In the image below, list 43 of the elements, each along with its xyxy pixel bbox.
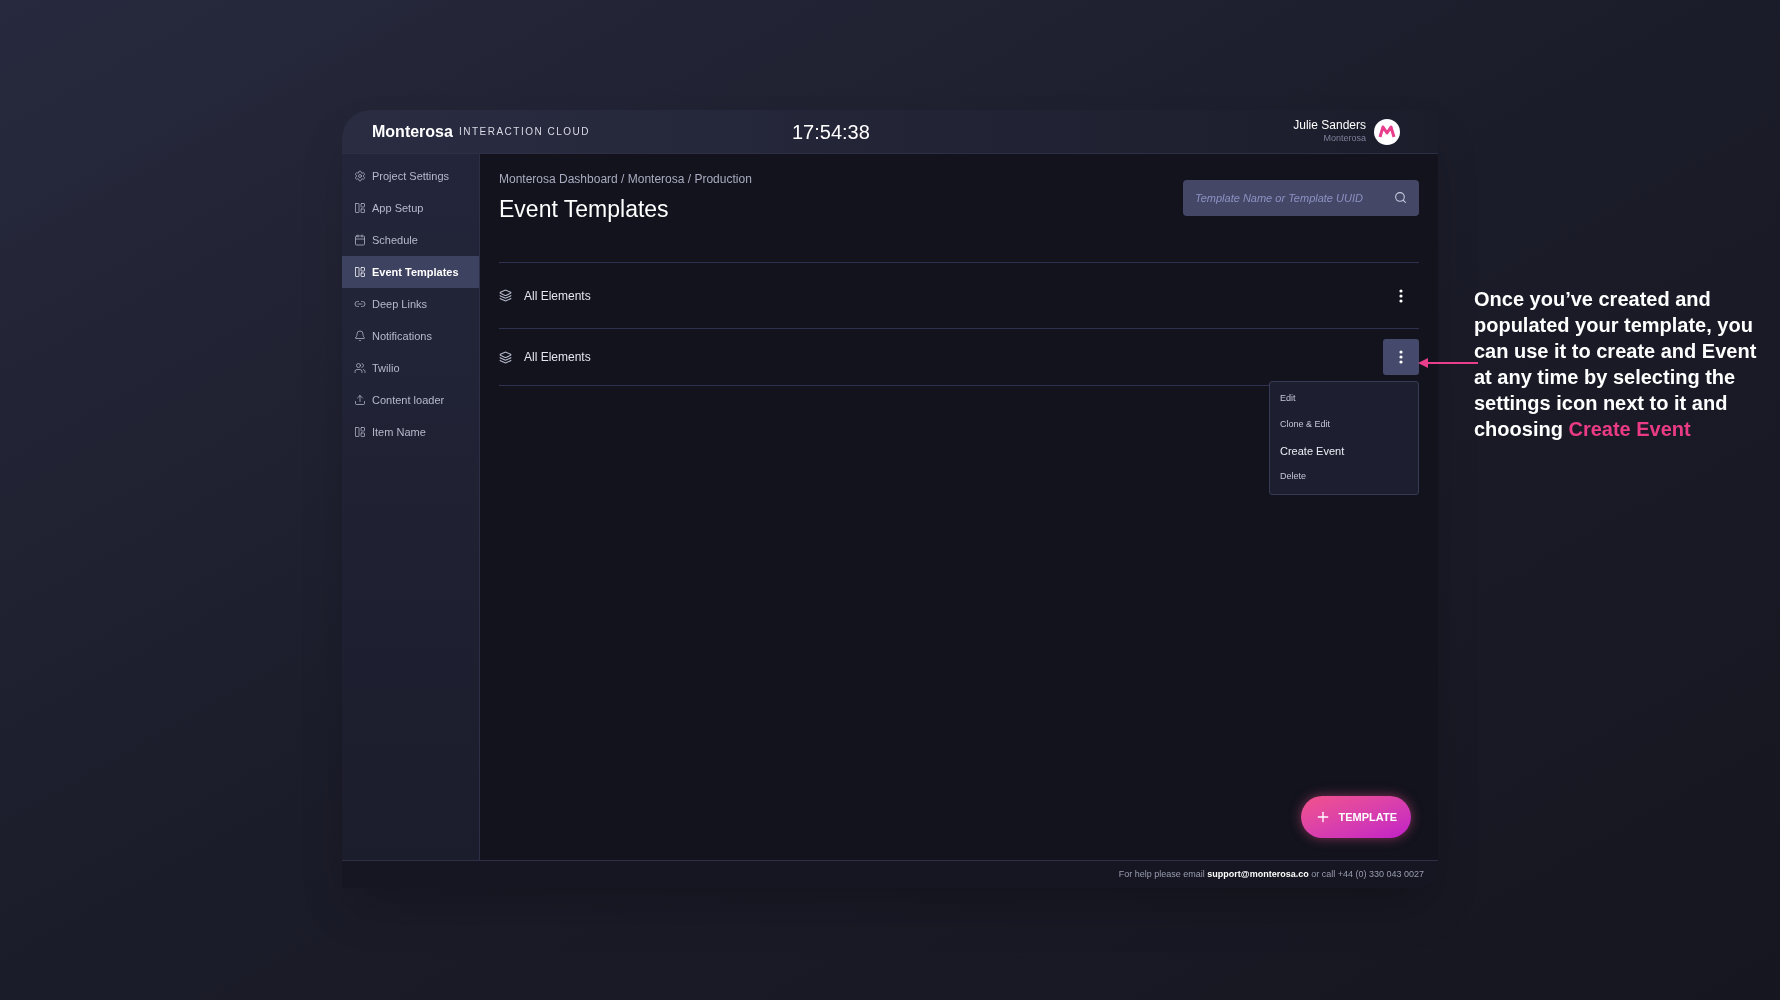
sidebar-item[interactable]: App Setup	[342, 192, 479, 224]
user-name: Julie Sanders	[1293, 118, 1366, 134]
help-text: For help please email support@monterosa.co or call +44 (0) 330 043 0027	[1118, 867, 1424, 881]
template-name: All Elements	[524, 349, 591, 366]
sidebar-item[interactable]: Event Templates	[342, 256, 479, 288]
menu-item[interactable]: Edit	[1270, 386, 1418, 412]
annotation-text: Once you’ve created and populated your template, you can use it to create and Event at any time by selecting the settings icon next to it and choosing Create Event	[1474, 287, 1758, 442]
pointer-arrow	[1418, 357, 1478, 369]
more-icon	[1399, 288, 1403, 303]
calendar-icon	[354, 234, 366, 246]
clock: 17:54:38	[792, 119, 870, 145]
sidebar-item[interactable]: Twilio	[342, 352, 479, 384]
sidebar-item[interactable]: Deep Links	[342, 288, 479, 320]
menu-item[interactable]: Clone & Edit	[1270, 412, 1418, 438]
menu-item[interactable]: Create Event	[1270, 438, 1418, 464]
people-icon	[354, 362, 366, 374]
gear-icon	[354, 170, 366, 182]
breadcrumb: Monterosa Dashboard / Monterosa / Production	[499, 171, 752, 188]
search-icon[interactable]	[1394, 191, 1407, 204]
panel-icon	[354, 266, 366, 278]
sidebar-item[interactable]: Item Name	[342, 416, 479, 448]
user-org: Monterosa	[1323, 133, 1366, 145]
user-avatar[interactable]	[1374, 118, 1400, 145]
panel-icon	[354, 426, 366, 438]
sidebar-item[interactable]: Content loader	[342, 384, 479, 416]
product-name: INTERACTION CLOUD	[458, 125, 590, 139]
more-button[interactable]	[1383, 339, 1419, 375]
search-field[interactable]: Template Name or Template UUID	[1183, 180, 1419, 216]
template-name: All Elements	[524, 287, 591, 305]
layers-icon	[499, 350, 512, 364]
page-title: Event Templates	[499, 195, 670, 224]
upload-icon	[354, 394, 366, 406]
panel-icon	[354, 202, 366, 214]
sidebar-item[interactable]: Schedule	[342, 224, 479, 256]
layers-icon	[499, 289, 512, 302]
more-icon	[1399, 350, 1403, 364]
sidebar-item[interactable]: Notifications	[342, 320, 479, 352]
link-icon	[354, 298, 366, 310]
add-template-button[interactable]: TEMPLATE	[1300, 796, 1411, 838]
bell-icon	[354, 330, 366, 342]
menu-item[interactable]: Delete	[1270, 464, 1418, 490]
sidebar-item[interactable]: Project Settings	[342, 160, 479, 192]
brand-logo: Monterosa	[372, 121, 453, 142]
